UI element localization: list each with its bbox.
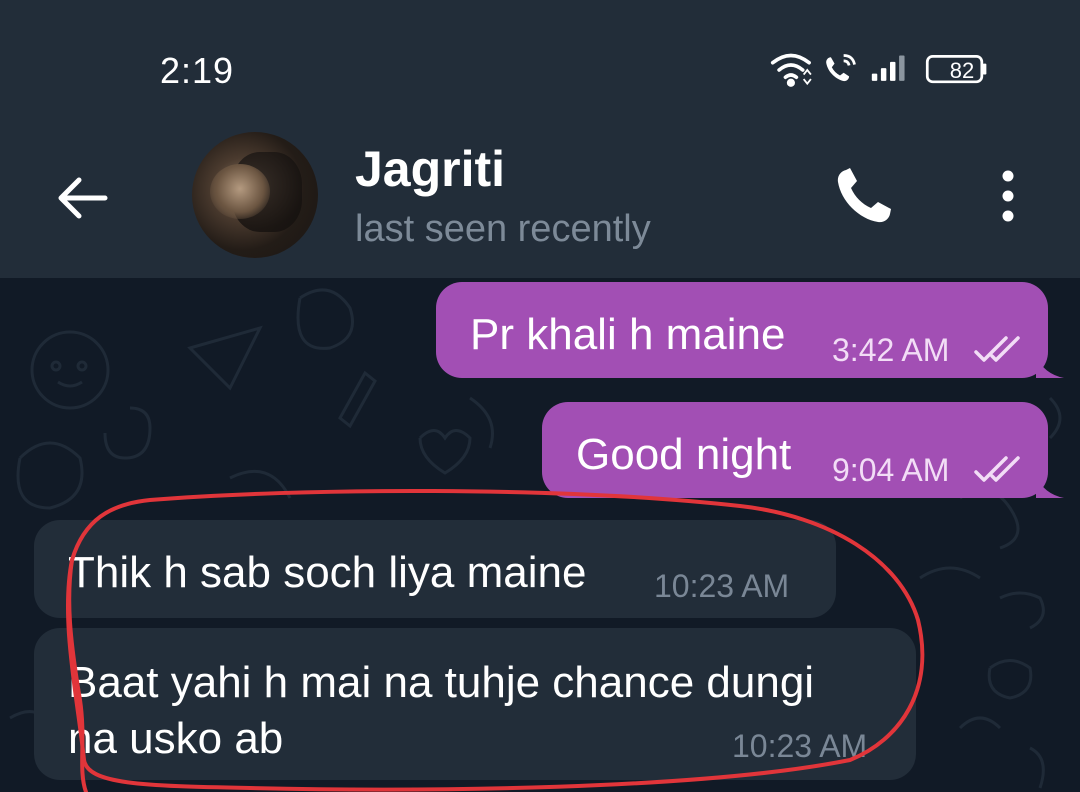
contact-status: last seen recently	[355, 208, 651, 250]
message-text: Good night	[576, 430, 792, 479]
avatar[interactable]	[192, 132, 318, 258]
wifi-icon	[770, 53, 811, 87]
message-time: 10:23 AM	[654, 568, 790, 604]
wifi-calling-icon	[826, 54, 856, 82]
contact-name[interactable]: Jagriti	[355, 140, 505, 198]
message-time: 9:04 AM	[832, 452, 950, 488]
message-time: 3:42 AM	[832, 332, 950, 368]
chat-area[interactable]: Pr khali h maine 3:42 AM Good night 9:04…	[0, 278, 1080, 792]
message-time: 10:23 AM	[732, 728, 868, 764]
battery-level: 82	[949, 58, 975, 83]
incoming-message[interactable]: Thik h sab soch liya maine 10:23 AM	[34, 520, 836, 618]
read-receipt-icon	[974, 336, 1020, 362]
status-bar: 2:19 82	[0, 0, 1080, 138]
message-text-line2: na usko ab	[68, 714, 284, 763]
status-time: 2:19	[160, 50, 235, 91]
bubble-tail	[1036, 476, 1064, 498]
message-text: Thik h sab soch liya maine	[68, 548, 587, 597]
outgoing-message[interactable]: Pr khali h maine 3:42 AM	[436, 282, 1048, 378]
outgoing-message[interactable]: Good night 9:04 AM	[542, 402, 1048, 498]
message-text-line1: Baat yahi h mai na tuhje chance dungi	[68, 658, 815, 707]
chat-header: Jagriti last seen recently	[0, 132, 1080, 278]
read-receipt-icon	[974, 456, 1020, 482]
back-arrow-icon[interactable]	[55, 170, 111, 226]
message-text: Pr khali h maine	[470, 310, 786, 359]
phone-icon[interactable]	[832, 164, 896, 228]
bubble-tail	[1036, 356, 1064, 378]
incoming-message[interactable]: Baat yahi h mai na tuhje chance dungi na…	[34, 628, 916, 780]
signal-icon	[871, 55, 905, 81]
more-vert-icon[interactable]	[990, 166, 1026, 226]
